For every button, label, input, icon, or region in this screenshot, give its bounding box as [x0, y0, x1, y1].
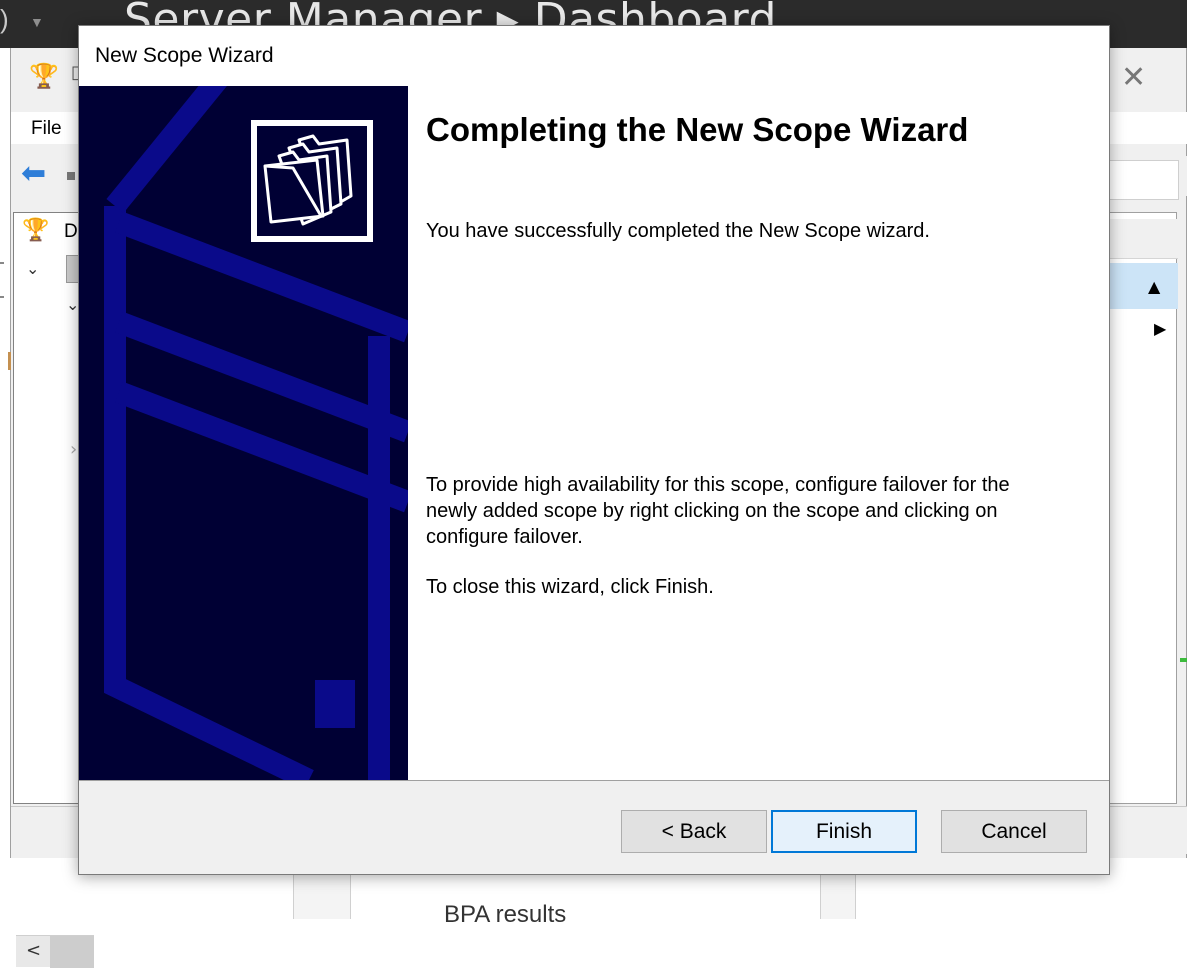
scrollbar-thumb[interactable] [50, 936, 94, 968]
toolbar-forward-icon[interactable] [67, 172, 75, 180]
actions-pane: ▲ ▶ [1107, 212, 1178, 804]
new-scope-wizard-dialog: New Scope Wizard Completing the New Scop… [78, 25, 1110, 875]
expand-right-icon[interactable]: ▶ [1154, 319, 1166, 338]
scroll-left-icon[interactable]: < [26, 940, 41, 961]
dhcp-tree-icon: 🏆 [22, 217, 50, 242]
horizontal-scrollbar[interactable]: < [16, 935, 94, 968]
close-icon[interactable]: ✕ [1121, 60, 1146, 95]
close-instructions: To close this wizard, click Finish. [426, 576, 714, 598]
folder-stack-icon [251, 120, 373, 242]
bpa-results-link[interactable]: BPA results [444, 901, 566, 929]
toolbar-right-area [1109, 160, 1179, 200]
menu-file[interactable]: File [31, 118, 62, 140]
chevron-down-icon[interactable]: ⌄ [26, 259, 39, 278]
back-button[interactable]: < Back [621, 810, 767, 853]
failover-instructions: To provide high availability for this sc… [426, 474, 1010, 548]
dhcp-app-icon: 🏆 [29, 63, 59, 90]
wizard-banner [79, 86, 408, 780]
edge-mark [8, 352, 11, 370]
edge-mark [0, 262, 4, 264]
completion-message: You have successfully completed the New … [426, 220, 930, 242]
edge-accent [1180, 658, 1187, 662]
wizard-footer: < Back Finish Cancel [79, 781, 1109, 874]
back-arrow-icon[interactable]: ⬅ [21, 156, 46, 191]
tree-item-dhcp[interactable]: D [64, 221, 78, 243]
wizard-heading: Completing the New Scope Wizard [426, 111, 969, 148]
window-menu-icon[interactable]: ) [0, 4, 9, 35]
wizard-titlebar: New Scope Wizard [79, 26, 1109, 86]
actions-selected-row[interactable]: ▲ [1108, 263, 1178, 309]
chevron-right-icon[interactable]: › [70, 439, 77, 460]
actions-header [1108, 219, 1178, 259]
window-menu-arrow-icon[interactable]: ▼ [30, 14, 44, 30]
edge-mark [0, 296, 4, 298]
wizard-content: Completing the New Scope Wizard You have… [408, 86, 1109, 780]
wizard-title: New Scope Wizard [95, 44, 274, 67]
finish-button[interactable]: Finish [771, 810, 917, 853]
scroll-up-icon[interactable]: ▲ [1148, 277, 1160, 296]
cancel-button[interactable]: Cancel [941, 810, 1087, 853]
